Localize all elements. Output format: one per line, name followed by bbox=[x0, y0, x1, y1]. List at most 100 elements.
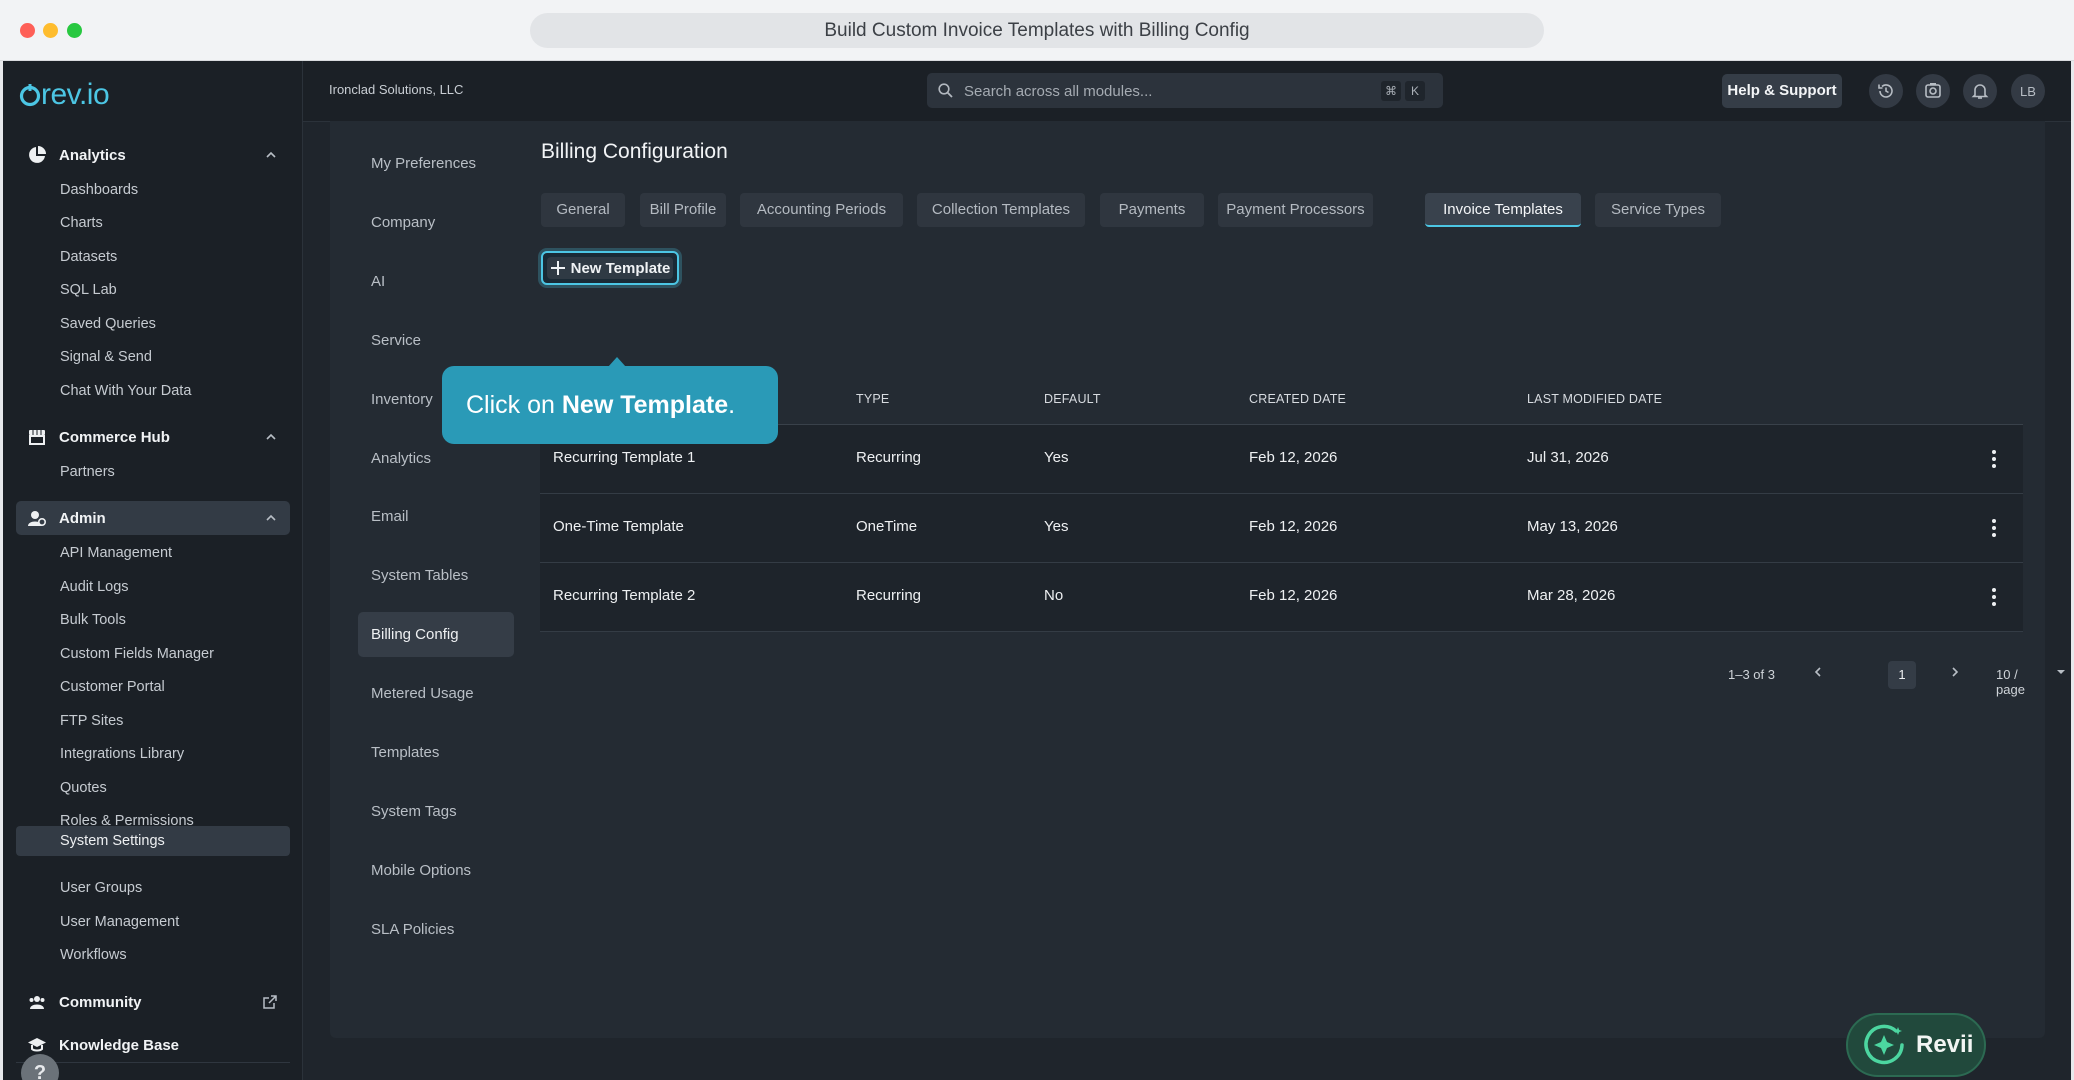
search-input[interactable] bbox=[962, 73, 1366, 110]
sidebar-item-partners[interactable]: Partners bbox=[16, 457, 290, 487]
maximize-window-button[interactable] bbox=[67, 23, 82, 38]
chevron-up-icon[interactable] bbox=[265, 512, 277, 524]
sidebar-item-integrations-library[interactable]: Integrations Library bbox=[16, 739, 290, 769]
sidebar-section-admin[interactable]: Admin bbox=[16, 501, 290, 535]
column-header-type[interactable]: TYPE bbox=[856, 392, 889, 406]
pagination-range: 1–3 of 3 bbox=[1728, 667, 1775, 682]
tab-bill-profile[interactable]: Bill Profile bbox=[640, 193, 726, 227]
sidebar-item-ftp-sites[interactable]: FTP Sites bbox=[16, 706, 290, 736]
settings-nav-sla-policies[interactable]: SLA Policies bbox=[358, 907, 514, 952]
pagination-current-page[interactable]: 1 bbox=[1888, 661, 1916, 689]
template-name[interactable]: Recurring Template 1 bbox=[553, 449, 695, 466]
sidebar-item-datasets[interactable]: Datasets bbox=[16, 242, 290, 272]
sidebar-section-label: Knowledge Base bbox=[59, 1036, 180, 1054]
sidebar-item-workflows[interactable]: Workflows bbox=[16, 940, 290, 970]
external-link-icon[interactable] bbox=[263, 995, 277, 1009]
settings-nav-company[interactable]: Company bbox=[358, 200, 514, 245]
sidebar-item-bulk-tools[interactable]: Bulk Tools bbox=[16, 605, 290, 635]
settings-nav-templates[interactable]: Templates bbox=[358, 730, 514, 775]
settings-nav-mobile-options[interactable]: Mobile Options bbox=[358, 848, 514, 893]
sidebar-item-user-management[interactable]: User Management bbox=[16, 907, 290, 937]
sidebar-item-user-groups[interactable]: User Groups bbox=[16, 873, 290, 903]
settings-nav-service[interactable]: Service bbox=[358, 318, 514, 363]
sidebar-item-quotes[interactable]: Quotes bbox=[16, 773, 290, 803]
chevron-left-icon[interactable] bbox=[1812, 666, 1824, 678]
tab-invoice-templates[interactable]: Invoice Templates bbox=[1425, 193, 1581, 227]
sidebar-item-api-management[interactable]: API Management bbox=[16, 538, 290, 568]
revii-label: Revii bbox=[1916, 1031, 1974, 1058]
sidebar-item-system-settings[interactable]: System Settings bbox=[16, 826, 290, 856]
revii-assistant-button[interactable]: Revii bbox=[1846, 1013, 1986, 1077]
sidebar-item-custom-fields-manager[interactable]: Custom Fields Manager bbox=[16, 639, 290, 669]
revio-logo-icon bbox=[19, 84, 41, 107]
chevron-up-icon[interactable] bbox=[265, 149, 277, 161]
tab-payment-processors[interactable]: Payment Processors bbox=[1218, 193, 1373, 227]
sidebar-item-signal-send[interactable]: Signal & Send bbox=[16, 342, 290, 372]
tooltip-prefix: Click on bbox=[466, 391, 562, 419]
tab-payments[interactable]: Payments bbox=[1100, 193, 1204, 227]
history-icon[interactable] bbox=[1869, 74, 1903, 108]
more-options-icon[interactable] bbox=[1984, 518, 2004, 538]
more-options-icon[interactable] bbox=[1984, 587, 2004, 607]
template-name[interactable]: One-Time Template bbox=[553, 518, 684, 535]
sidebar-section-knowledge-base[interactable]: Knowledge Base bbox=[16, 1028, 290, 1062]
tab-accounting-periods[interactable]: Accounting Periods bbox=[740, 193, 903, 227]
tab-collection-templates[interactable]: Collection Templates bbox=[917, 193, 1085, 227]
close-window-button[interactable] bbox=[20, 23, 35, 38]
organization-name[interactable]: Ironclad Solutions, LLC bbox=[329, 82, 463, 97]
sidebar-item-chat-with-your-data[interactable]: Chat With Your Data bbox=[16, 376, 290, 406]
template-modified-date: Mar 28, 2026 bbox=[1527, 587, 1616, 604]
plus-icon bbox=[550, 261, 565, 275]
column-header-created-date[interactable]: CREATED DATE bbox=[1249, 392, 1346, 406]
new-template-button-inner[interactable]: New Template bbox=[547, 257, 673, 279]
sidebar-section-analytics[interactable]: Analytics bbox=[16, 138, 290, 172]
settings-nav-system-tags[interactable]: System Tags bbox=[358, 789, 514, 834]
chevron-up-icon[interactable] bbox=[265, 431, 277, 443]
more-options-icon[interactable] bbox=[1984, 449, 2004, 469]
template-default: Yes bbox=[1044, 449, 1069, 466]
tab-service-types[interactable]: Service Types bbox=[1595, 193, 1721, 227]
bell-icon[interactable] bbox=[1963, 74, 1997, 108]
sidebar-item-saved-queries[interactable]: Saved Queries bbox=[16, 309, 290, 339]
settings-nav-email[interactable]: Email bbox=[358, 494, 514, 539]
settings-nav-billing-config[interactable]: Billing Config bbox=[358, 612, 514, 657]
settings-nav-my-preferences[interactable]: My Preferences bbox=[358, 141, 514, 186]
new-template-button[interactable]: New Template bbox=[541, 251, 679, 285]
settings-nav-system-tables[interactable]: System Tables bbox=[358, 553, 514, 598]
settings-nav-ai[interactable]: AI bbox=[358, 259, 514, 304]
shortcut-key-cmd: ⌘ bbox=[1381, 81, 1401, 101]
global-search[interactable]: ⌘ K bbox=[927, 73, 1443, 110]
settings-nav-metered-usage[interactable]: Metered Usage bbox=[358, 671, 514, 716]
caret-down-icon[interactable] bbox=[2056, 668, 2066, 676]
table-row[interactable]: One-Time Template OneTime Yes Feb 12, 20… bbox=[540, 494, 2023, 563]
revio-logo[interactable]: rev.io bbox=[19, 78, 110, 112]
template-modified-date: Jul 31, 2026 bbox=[1527, 449, 1609, 466]
column-header-last-modified-date[interactable]: LAST MODIFIED DATE bbox=[1527, 392, 1662, 406]
sidebar-item-customer-portal[interactable]: Customer Portal bbox=[16, 672, 290, 702]
sidebar-divider bbox=[16, 1062, 290, 1063]
help-support-button[interactable]: Help & Support bbox=[1722, 74, 1842, 108]
tab-general[interactable]: General bbox=[541, 193, 625, 227]
sidebar-section-label: Community bbox=[59, 993, 142, 1011]
template-modified-date: May 13, 2026 bbox=[1527, 518, 1618, 535]
sidebar-item-sql-lab[interactable]: SQL Lab bbox=[16, 275, 290, 305]
pie-chart-icon bbox=[27, 145, 47, 165]
minimize-window-button[interactable] bbox=[43, 23, 58, 38]
template-type: Recurring bbox=[856, 587, 922, 604]
table-row[interactable]: Recurring Template 2 Recurring No Feb 12… bbox=[540, 563, 2023, 632]
sidebar-item-dashboards[interactable]: Dashboards bbox=[16, 175, 290, 205]
window-title: Build Custom Invoice Templates with Bill… bbox=[530, 13, 1544, 48]
screenshot-icon[interactable] bbox=[1916, 74, 1950, 108]
sidebar-item-audit-logs[interactable]: Audit Logs bbox=[16, 572, 290, 602]
sidebar-item-charts[interactable]: Charts bbox=[16, 208, 290, 238]
page-size-select[interactable]: 10 / page bbox=[1996, 667, 2045, 697]
template-name[interactable]: Recurring Template 2 bbox=[553, 587, 695, 604]
column-header-default[interactable]: DEFAULT bbox=[1044, 392, 1101, 406]
search-icon bbox=[938, 83, 953, 98]
template-created-date: Feb 12, 2026 bbox=[1249, 518, 1338, 535]
sidebar-section-community[interactable]: Community bbox=[16, 985, 290, 1019]
page-title: Billing Configuration bbox=[541, 140, 728, 163]
sidebar-section-commerce-hub[interactable]: Commerce Hub bbox=[16, 420, 290, 454]
avatar[interactable]: LB bbox=[2011, 74, 2045, 108]
chevron-right-icon[interactable] bbox=[1949, 666, 1961, 678]
